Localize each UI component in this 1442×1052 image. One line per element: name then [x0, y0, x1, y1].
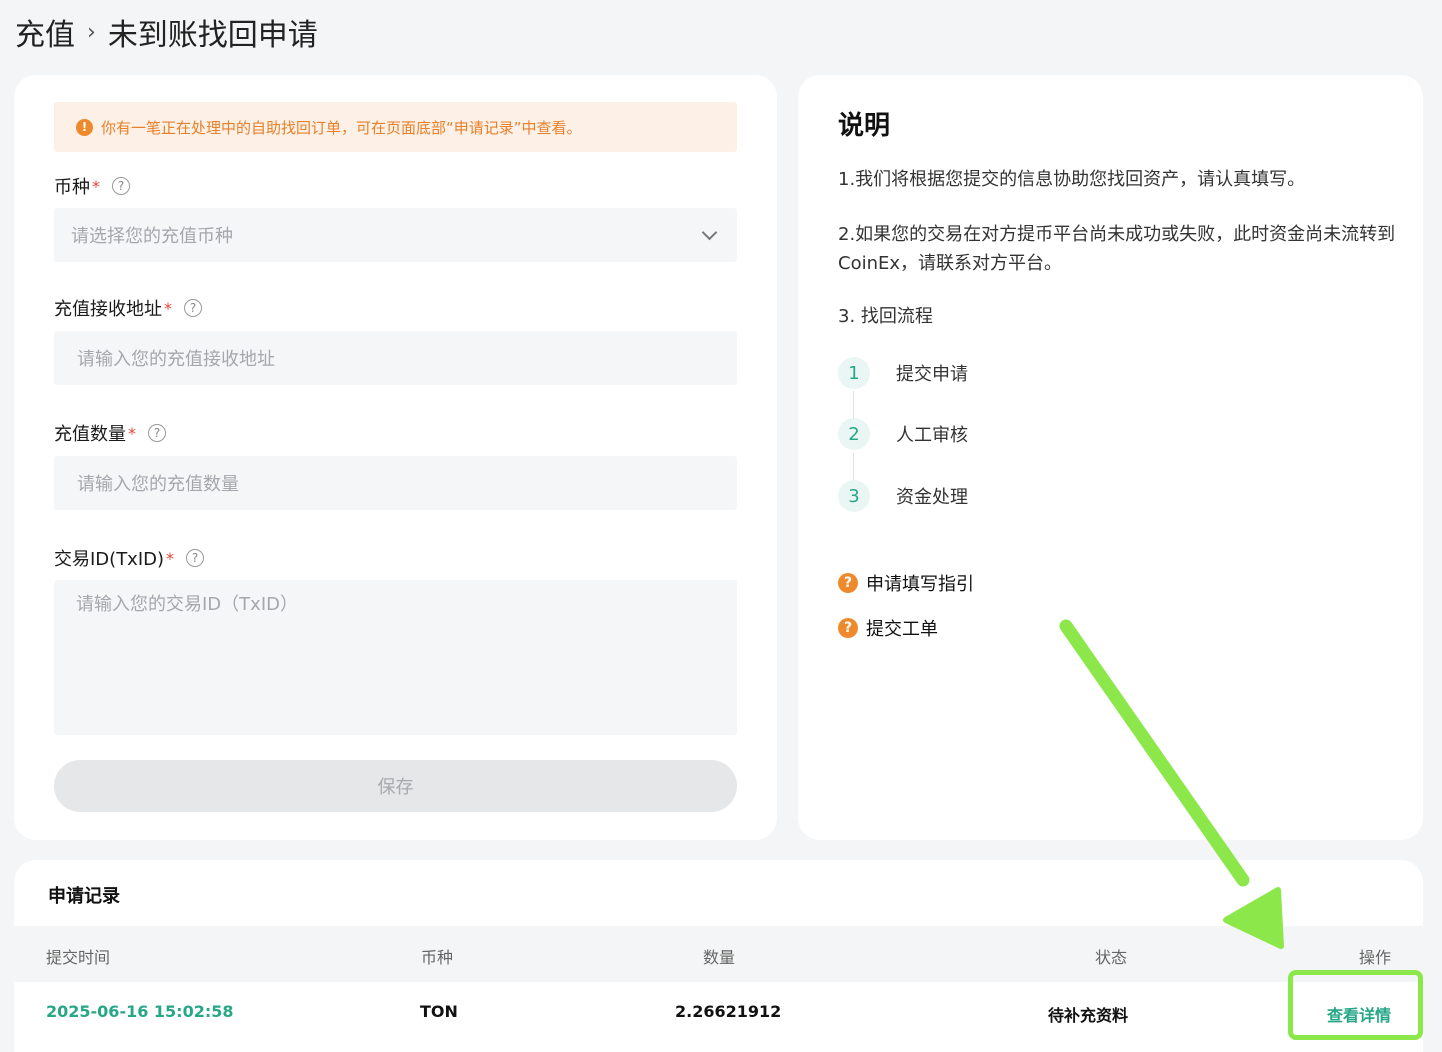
instructions-card: 说明 1.我们将根据您提交的信息协助您找回资产，请认真填写。 2.如果您的交易在…: [798, 75, 1423, 840]
notice-text: 你有一笔正在处理中的自助找回订单，可在页面底部“申请记录”中查看。: [101, 118, 582, 137]
address-input[interactable]: 请输入您的充值接收地址: [54, 331, 737, 385]
col-coin: 币种: [421, 948, 454, 967]
records-card: 申请记录 提交时间 币种 数量 状态 操作 2025-06-16 15:02:5…: [14, 860, 1423, 1052]
address-label: 充值接收地址 * ?: [54, 295, 202, 321]
table-header: 提交时间 币种 数量 状态 操作: [14, 926, 1423, 982]
chevron-down-icon: [701, 224, 718, 240]
submit-ticket-link[interactable]: ? 提交工单: [838, 615, 938, 641]
guide-link[interactable]: ? 申请填写指引: [838, 570, 974, 596]
row-coin: TON: [420, 1002, 458, 1021]
amount-input[interactable]: 请输入您的充值数量: [54, 456, 737, 510]
help-icon[interactable]: ?: [148, 424, 166, 442]
help-icon[interactable]: ?: [186, 549, 205, 567]
step-2: 2 人工审核: [838, 418, 968, 450]
step-number: 3: [838, 480, 870, 512]
currency-label: 币种 * ?: [54, 173, 130, 199]
row-time: 2025-06-16 15:02:58: [46, 1002, 234, 1021]
row-status: 待补充资料: [1048, 1006, 1129, 1025]
step-3: 3 资金处理: [838, 480, 968, 512]
step-connector: [853, 453, 854, 481]
step-1: 1 提交申请: [838, 357, 968, 389]
chevron-right-icon: ›: [87, 19, 96, 45]
col-amount: 数量: [703, 948, 736, 967]
table-row: 2025-06-16 15:02:58 TON 2.26621912 待补充资料…: [14, 982, 1423, 1040]
breadcrumb: 充值 › 未到账找回申请: [15, 10, 318, 54]
save-button[interactable]: 保存: [54, 760, 737, 812]
instruction-1: 1.我们将根据您提交的信息协助您找回资产，请认真填写。: [838, 169, 1306, 190]
question-icon: ?: [838, 618, 858, 638]
instructions-title: 说明: [838, 111, 891, 141]
page-title: 未到账找回申请: [107, 18, 318, 53]
records-title: 申请记录: [48, 886, 120, 907]
txid-label: 交易ID(TxID) * ?: [54, 545, 205, 571]
pending-order-notice: ! 你有一笔正在处理中的自助找回订单，可在页面底部“申请记录”中查看。: [54, 102, 737, 152]
help-icon[interactable]: ?: [184, 299, 202, 317]
step-number: 2: [838, 418, 870, 450]
col-time: 提交时间: [46, 948, 111, 967]
step-label: 提交申请: [896, 364, 968, 385]
col-action: 操作: [1359, 948, 1392, 967]
warning-icon: !: [76, 118, 93, 136]
annotation-highlight-box: [1288, 970, 1423, 1040]
txid-textarea[interactable]: 请输入您的交易ID（TxID）: [54, 580, 737, 735]
row-amount: 2.26621912: [675, 1002, 782, 1021]
instruction-2: 2.如果您的交易在对方提币平台尚未成功或失败，此时资金尚未流转到CoinEx，请…: [838, 224, 1396, 274]
step-label: 人工审核: [896, 425, 968, 446]
question-icon: ?: [838, 573, 858, 593]
amount-label: 充值数量 * ?: [54, 420, 166, 446]
currency-select[interactable]: 请选择您的充值币种: [54, 208, 737, 262]
col-status: 状态: [1095, 948, 1128, 967]
step-label: 资金处理: [896, 487, 968, 508]
help-icon[interactable]: ?: [112, 177, 130, 195]
recovery-form-card: ! 你有一笔正在处理中的自助找回订单，可在页面底部“申请记录”中查看。 币种 * …: [14, 75, 777, 840]
step-number: 1: [838, 357, 870, 389]
breadcrumb-root[interactable]: 充值: [15, 10, 75, 54]
instruction-3: 3. 找回流程: [838, 306, 933, 327]
step-connector: [853, 391, 854, 419]
